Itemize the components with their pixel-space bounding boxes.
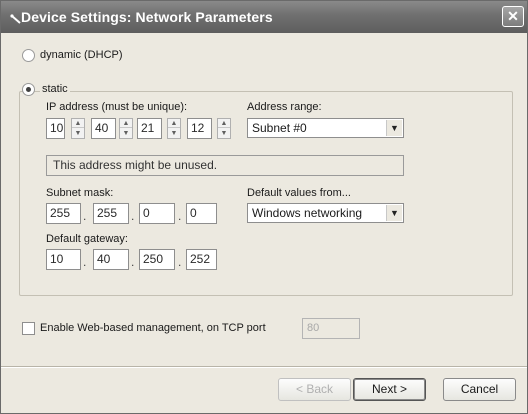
ip-octet-1-spinner[interactable]: ▲ ▼ xyxy=(71,118,85,139)
arrow-down-icon[interactable]: ▼ xyxy=(168,129,180,138)
ip-octet-2-spinner[interactable]: ▲ ▼ xyxy=(119,118,133,139)
ip-octet-3-input[interactable]: 21 xyxy=(137,118,162,139)
cancel-button[interactable]: Cancel xyxy=(443,378,516,401)
address-status-message: This address might be unused. xyxy=(46,155,404,176)
arrow-down-icon[interactable]: ▼ xyxy=(218,129,230,138)
close-button[interactable]: ✕ xyxy=(502,6,524,27)
ip-octet-3-spinner[interactable]: ▲ ▼ xyxy=(167,118,181,139)
default-values-select[interactable]: Windows networking ▼ xyxy=(247,203,404,223)
address-range-select[interactable]: Subnet #0 ▼ xyxy=(247,118,404,138)
arrow-down-icon[interactable]: ▼ xyxy=(120,129,132,138)
subnet-octet-2-input[interactable]: 255 xyxy=(93,203,129,224)
dialog-title: Device Settings: Network Parameters xyxy=(21,9,273,25)
arrow-down-icon[interactable]: ▼ xyxy=(72,129,84,138)
title-bar[interactable]: Device Settings: Network Parameters ✕ xyxy=(1,1,527,33)
radio-selected-dot xyxy=(26,87,31,92)
arrow-up-icon[interactable]: ▲ xyxy=(218,119,230,128)
octet-separator: . xyxy=(131,209,135,223)
web-management-label: Enable Web-based management, on TCP port xyxy=(40,322,266,334)
gateway-octet-3-input[interactable]: 250 xyxy=(139,249,175,270)
default-values-label: Default values from... xyxy=(247,187,351,199)
static-label: static xyxy=(40,83,70,95)
address-range-value: Subnet #0 xyxy=(252,121,307,135)
dhcp-radio[interactable] xyxy=(22,49,35,62)
ip-octet-1-input[interactable]: 10 xyxy=(46,118,65,139)
octet-separator: . xyxy=(131,255,135,269)
subnet-octet-4-input[interactable]: 0 xyxy=(186,203,217,224)
tcp-port-input[interactable]: 80 xyxy=(302,318,360,339)
device-settings-dialog: Device Settings: Network Parameters ✕ dy… xyxy=(0,0,528,414)
close-icon: ✕ xyxy=(507,8,519,24)
gateway-octet-4-input[interactable]: 252 xyxy=(186,249,217,270)
subnet-octet-1-input[interactable]: 255 xyxy=(46,203,81,224)
default-gateway-label: Default gateway: xyxy=(46,233,128,245)
arrow-up-icon[interactable]: ▲ xyxy=(168,119,180,128)
octet-separator: . xyxy=(178,255,182,269)
subnet-mask-label: Subnet mask: xyxy=(46,187,114,199)
gateway-octet-1-input[interactable]: 10 xyxy=(46,249,81,270)
chevron-down-icon[interactable]: ▼ xyxy=(386,205,402,221)
subnet-octet-3-input[interactable]: 0 xyxy=(139,203,175,224)
back-button[interactable]: < Back xyxy=(278,378,351,401)
arrow-up-icon[interactable]: ▲ xyxy=(72,119,84,128)
octet-separator: . xyxy=(83,209,87,223)
address-range-label: Address range: xyxy=(247,101,322,113)
static-radio[interactable] xyxy=(22,83,35,96)
dhcp-label: dynamic (DHCP) xyxy=(40,49,123,61)
ip-address-label: IP address (must be unique): xyxy=(46,101,188,113)
next-button[interactable]: Next > xyxy=(353,378,426,401)
button-divider xyxy=(1,366,527,368)
octet-separator: . xyxy=(83,255,87,269)
chevron-down-icon[interactable]: ▼ xyxy=(386,120,402,136)
arrow-up-icon[interactable]: ▲ xyxy=(120,119,132,128)
web-management-checkbox[interactable] xyxy=(22,322,35,335)
octet-separator: . xyxy=(178,209,182,223)
ip-octet-4-input[interactable]: 12 xyxy=(187,118,212,139)
default-values-value: Windows networking xyxy=(252,206,363,220)
ip-octet-4-spinner[interactable]: ▲ ▼ xyxy=(217,118,231,139)
gateway-octet-2-input[interactable]: 40 xyxy=(93,249,129,270)
ip-octet-2-input[interactable]: 40 xyxy=(91,118,116,139)
